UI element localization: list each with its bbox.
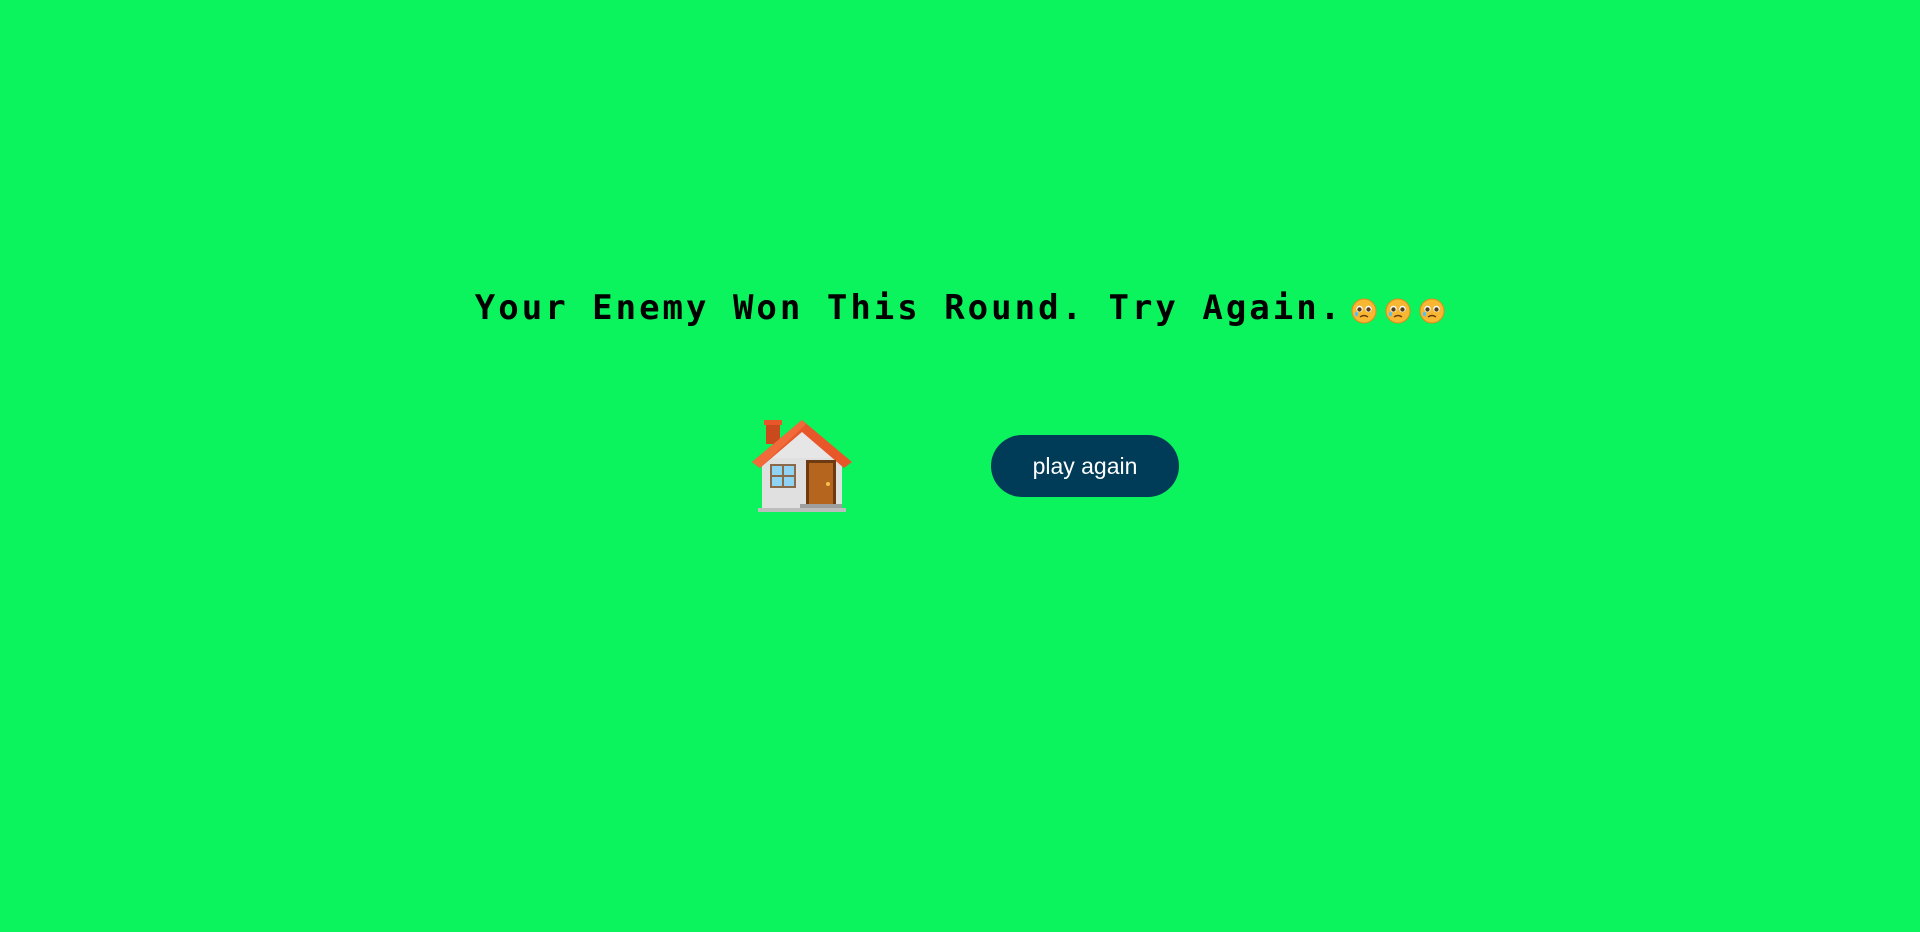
play-again-button[interactable]: play again — [991, 435, 1179, 497]
house-icon[interactable] — [750, 418, 854, 514]
sad-emoji-row — [1351, 298, 1445, 324]
pleading-face-icon — [1385, 298, 1411, 324]
pleading-face-icon — [1351, 298, 1377, 324]
pleading-face-icon — [1419, 298, 1445, 324]
result-message: Your Enemy Won This Round. Try Again. — [0, 288, 1920, 328]
result-message-text: Your Enemy Won This Round. Try Again. — [474, 288, 1344, 328]
